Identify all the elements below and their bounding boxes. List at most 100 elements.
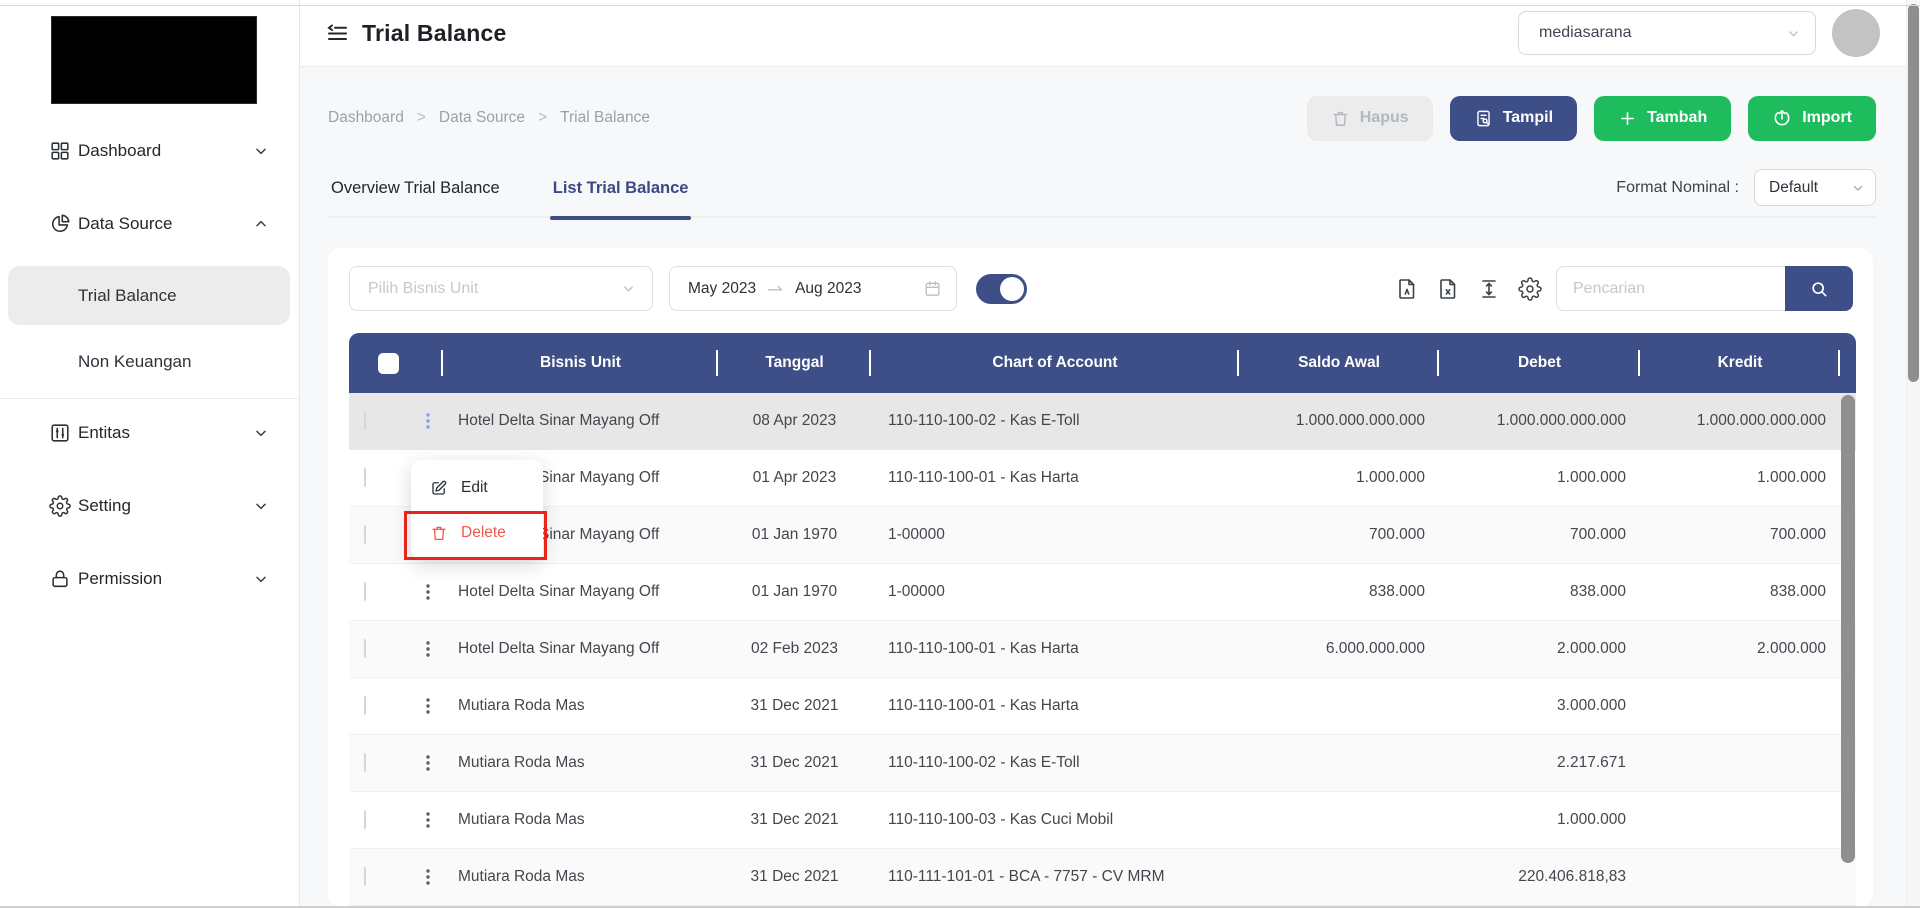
cell-debet: 3.000.000 (1557, 697, 1626, 714)
cell-saldo-awal: 1.000.000 (1356, 469, 1425, 486)
table-row[interactable]: Hotel Delta Sinar Mayang Off 01 Apr 2023… (349, 450, 1856, 507)
chevron-down-icon (621, 281, 636, 296)
header-kredit[interactable]: Kredit (1640, 333, 1840, 393)
table-row[interactable]: Mutiara Roda Mas 31 Dec 2021 110-110-100… (349, 735, 1856, 792)
cell-chart-of-account: 110-110-100-01 - Kas Harta (888, 640, 1079, 657)
sidebar-item-label: Data Source (78, 214, 173, 233)
header-tanggal[interactable]: Tanggal (718, 333, 871, 393)
table-row[interactable]: Hotel Delta Sinar Mayang Off 01 Jan 1970… (349, 564, 1856, 621)
cell-bisnis-unit: Mutiara Roda Mas (458, 811, 585, 828)
gear-icon (49, 495, 71, 517)
company-selector-value: mediasarana (1539, 24, 1632, 41)
row-checkbox[interactable] (364, 753, 366, 772)
export-excel-icon[interactable] (1436, 277, 1460, 301)
row-actions-kebab[interactable] (413, 583, 443, 601)
context-menu-delete[interactable]: Delete (411, 510, 543, 555)
search-button[interactable] (1785, 266, 1853, 311)
sidebar-item-permission[interactable]: Permission (0, 550, 299, 608)
cell-debet: 838.000 (1569, 583, 1626, 600)
sidebar-item-entitas[interactable]: Entitas (0, 404, 299, 462)
row-checkbox[interactable] (364, 810, 366, 829)
page-scrollbar-thumb[interactable] (1908, 4, 1919, 382)
sidebar-nav: Dashboard Data Source Trial Balance Non … (0, 122, 299, 608)
cell-bisnis-unit: Hotel Delta Sinar Mayang Off (458, 640, 660, 657)
row-actions-kebab[interactable] (413, 412, 443, 430)
row-checkbox[interactable] (364, 867, 366, 886)
table-row[interactable]: Hotel Delta Sinar Mayang Off 02 Feb 2023… (349, 621, 1856, 678)
import-button[interactable]: Import (1748, 95, 1876, 141)
toggle-switch[interactable] (976, 273, 1027, 304)
format-nominal-select[interactable]: Default (1754, 169, 1876, 206)
breadcrumb-item-data-source[interactable]: Data Source (439, 109, 525, 127)
header-debet[interactable]: Debet (1439, 333, 1640, 393)
company-selector[interactable]: mediasarana (1518, 11, 1816, 55)
row-actions-kebab[interactable] (413, 811, 443, 829)
trash-icon (430, 524, 448, 542)
table-row[interactable]: Mutiara Roda Mas 31 Dec 2021 110-111-101… (349, 849, 1856, 906)
grid-icon (49, 140, 71, 162)
cell-kredit: 2.000.000 (1757, 640, 1826, 657)
cell-bisnis-unit: Mutiara Roda Mas (458, 868, 585, 885)
row-checkbox[interactable] (364, 525, 366, 544)
tampil-button[interactable]: Tampil (1449, 95, 1578, 141)
trash-icon (1331, 109, 1350, 128)
topbar: Trial Balance mediasarana (300, 0, 1920, 67)
table-row[interactable]: Mutiara Roda Mas 31 Dec 2021 110-110-100… (349, 792, 1856, 849)
cell-tanggal: 01 Jan 1970 (751, 526, 838, 543)
sidebar-item-dashboard[interactable]: Dashboard (0, 122, 299, 180)
collapse-menu-icon[interactable] (325, 21, 349, 45)
search-input[interactable] (1556, 266, 1785, 311)
row-actions-kebab[interactable] (413, 868, 443, 886)
cell-kredit: 1.000.000 (1757, 469, 1826, 486)
page-scrollbar[interactable] (1906, 0, 1920, 908)
breadcrumb-item-dashboard[interactable]: Dashboard (328, 109, 404, 127)
table-scrollbar-thumb[interactable] (1841, 395, 1855, 863)
sidebar-item-data-source[interactable]: Data Source (0, 195, 299, 253)
row-checkbox[interactable] (364, 639, 366, 658)
export-pdf-icon[interactable] (1395, 277, 1419, 301)
row-checkbox[interactable] (364, 468, 366, 487)
hapus-button[interactable]: Hapus (1306, 95, 1433, 141)
header-saldo-awal[interactable]: Saldo Awal (1239, 333, 1439, 393)
row-actions-kebab[interactable] (413, 754, 443, 772)
pie-chart-icon (49, 213, 71, 235)
row-checkbox-cell (349, 696, 413, 715)
row-height-icon[interactable] (1477, 277, 1501, 301)
cell-debet: 1.000.000.000.000 (1496, 412, 1626, 429)
sidebar-item-trial-balance[interactable]: Trial Balance (8, 266, 290, 325)
table-row[interactable]: Hotel Delta Sinar Mayang Off 01 Jan 1970… (349, 507, 1856, 564)
toggle-knob (1000, 276, 1024, 301)
header-bisnis-unit[interactable]: Bisnis Unit (443, 333, 718, 393)
select-all-checkbox[interactable] (378, 352, 399, 374)
row-checkbox[interactable] (364, 696, 366, 715)
row-actions-kebab[interactable] (413, 697, 443, 715)
tambah-button[interactable]: Tambah (1594, 95, 1732, 141)
row-actions-kebab[interactable] (413, 640, 443, 658)
user-avatar[interactable] (1832, 9, 1880, 57)
cell-tanggal: 31 Dec 2021 (750, 868, 839, 885)
cell-debet: 1.000.000 (1557, 811, 1626, 828)
cell-chart-of-account: 110-110-100-01 - Kas Harta (888, 469, 1079, 486)
cell-bisnis-unit: Mutiara Roda Mas (458, 697, 585, 714)
bisnis-unit-select[interactable]: Pilih Bisnis Unit (349, 266, 653, 311)
row-checkbox[interactable] (364, 582, 366, 601)
upload-icon (1772, 108, 1792, 128)
table-settings-icon[interactable] (1518, 276, 1542, 301)
table-row[interactable]: Mutiara Roda Mas 31 Dec 2021 110-110-100… (349, 678, 1856, 735)
trial-balance-table: Bisnis Unit Tanggal Chart of Account Sal… (349, 333, 1856, 906)
sidebar-item-setting[interactable]: Setting (0, 477, 299, 535)
date-range-picker[interactable]: May 2023 Aug 2023 (669, 266, 957, 311)
list-card: Pilih Bisnis Unit May 2023 Aug 2023 Penc… (328, 248, 1873, 908)
page-title: Trial Balance (362, 19, 507, 46)
sidebar-item-non-keuangan[interactable]: Non Keuangan (8, 335, 290, 389)
context-menu-edit[interactable]: Edit (411, 465, 543, 510)
cell-bisnis-unit: Hotel Delta Sinar Mayang Off (458, 412, 660, 429)
header-chart-of-account[interactable]: Chart of Account (871, 333, 1239, 393)
tab-list-trial-balance[interactable]: List Trial Balance (549, 165, 692, 220)
table-row[interactable]: Hotel Delta Sinar Mayang Off 08 Apr 2023… (349, 393, 1856, 450)
bisnis-unit-placeholder: Pilih Bisnis Unit (368, 279, 479, 297)
cell-chart-of-account: 110-111-101-01 - BCA - 7757 - CV MRM (888, 868, 1165, 885)
row-checkbox[interactable] (364, 411, 366, 430)
chevron-down-icon (253, 143, 269, 159)
tab-overview-trial-balance[interactable]: Overview Trial Balance (328, 165, 503, 218)
